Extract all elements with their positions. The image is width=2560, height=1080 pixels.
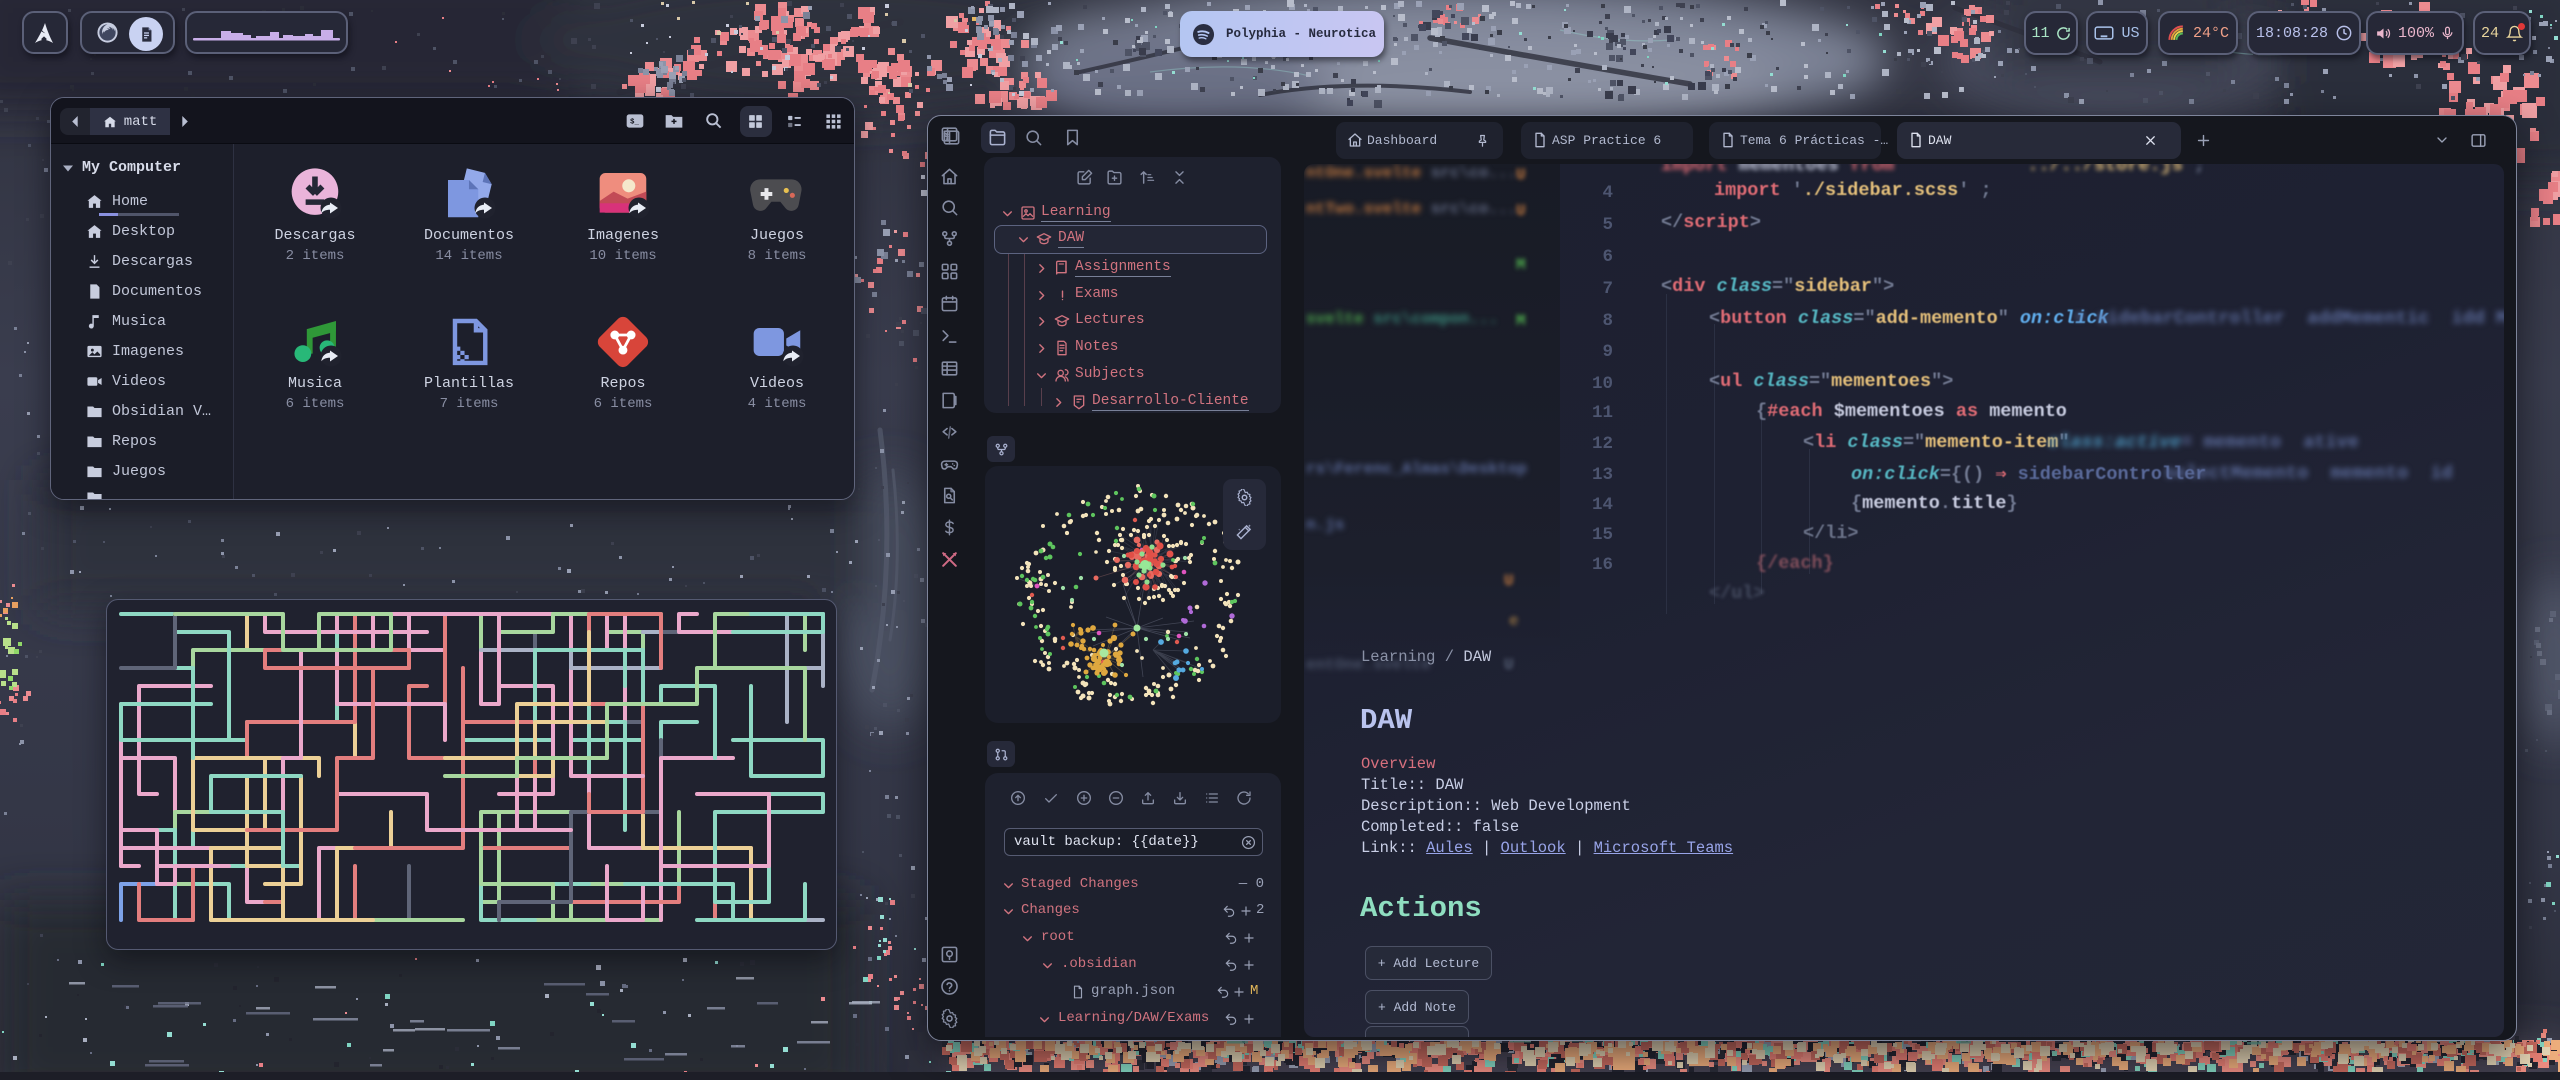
svg-text:$_: $_ <box>630 119 640 127</box>
